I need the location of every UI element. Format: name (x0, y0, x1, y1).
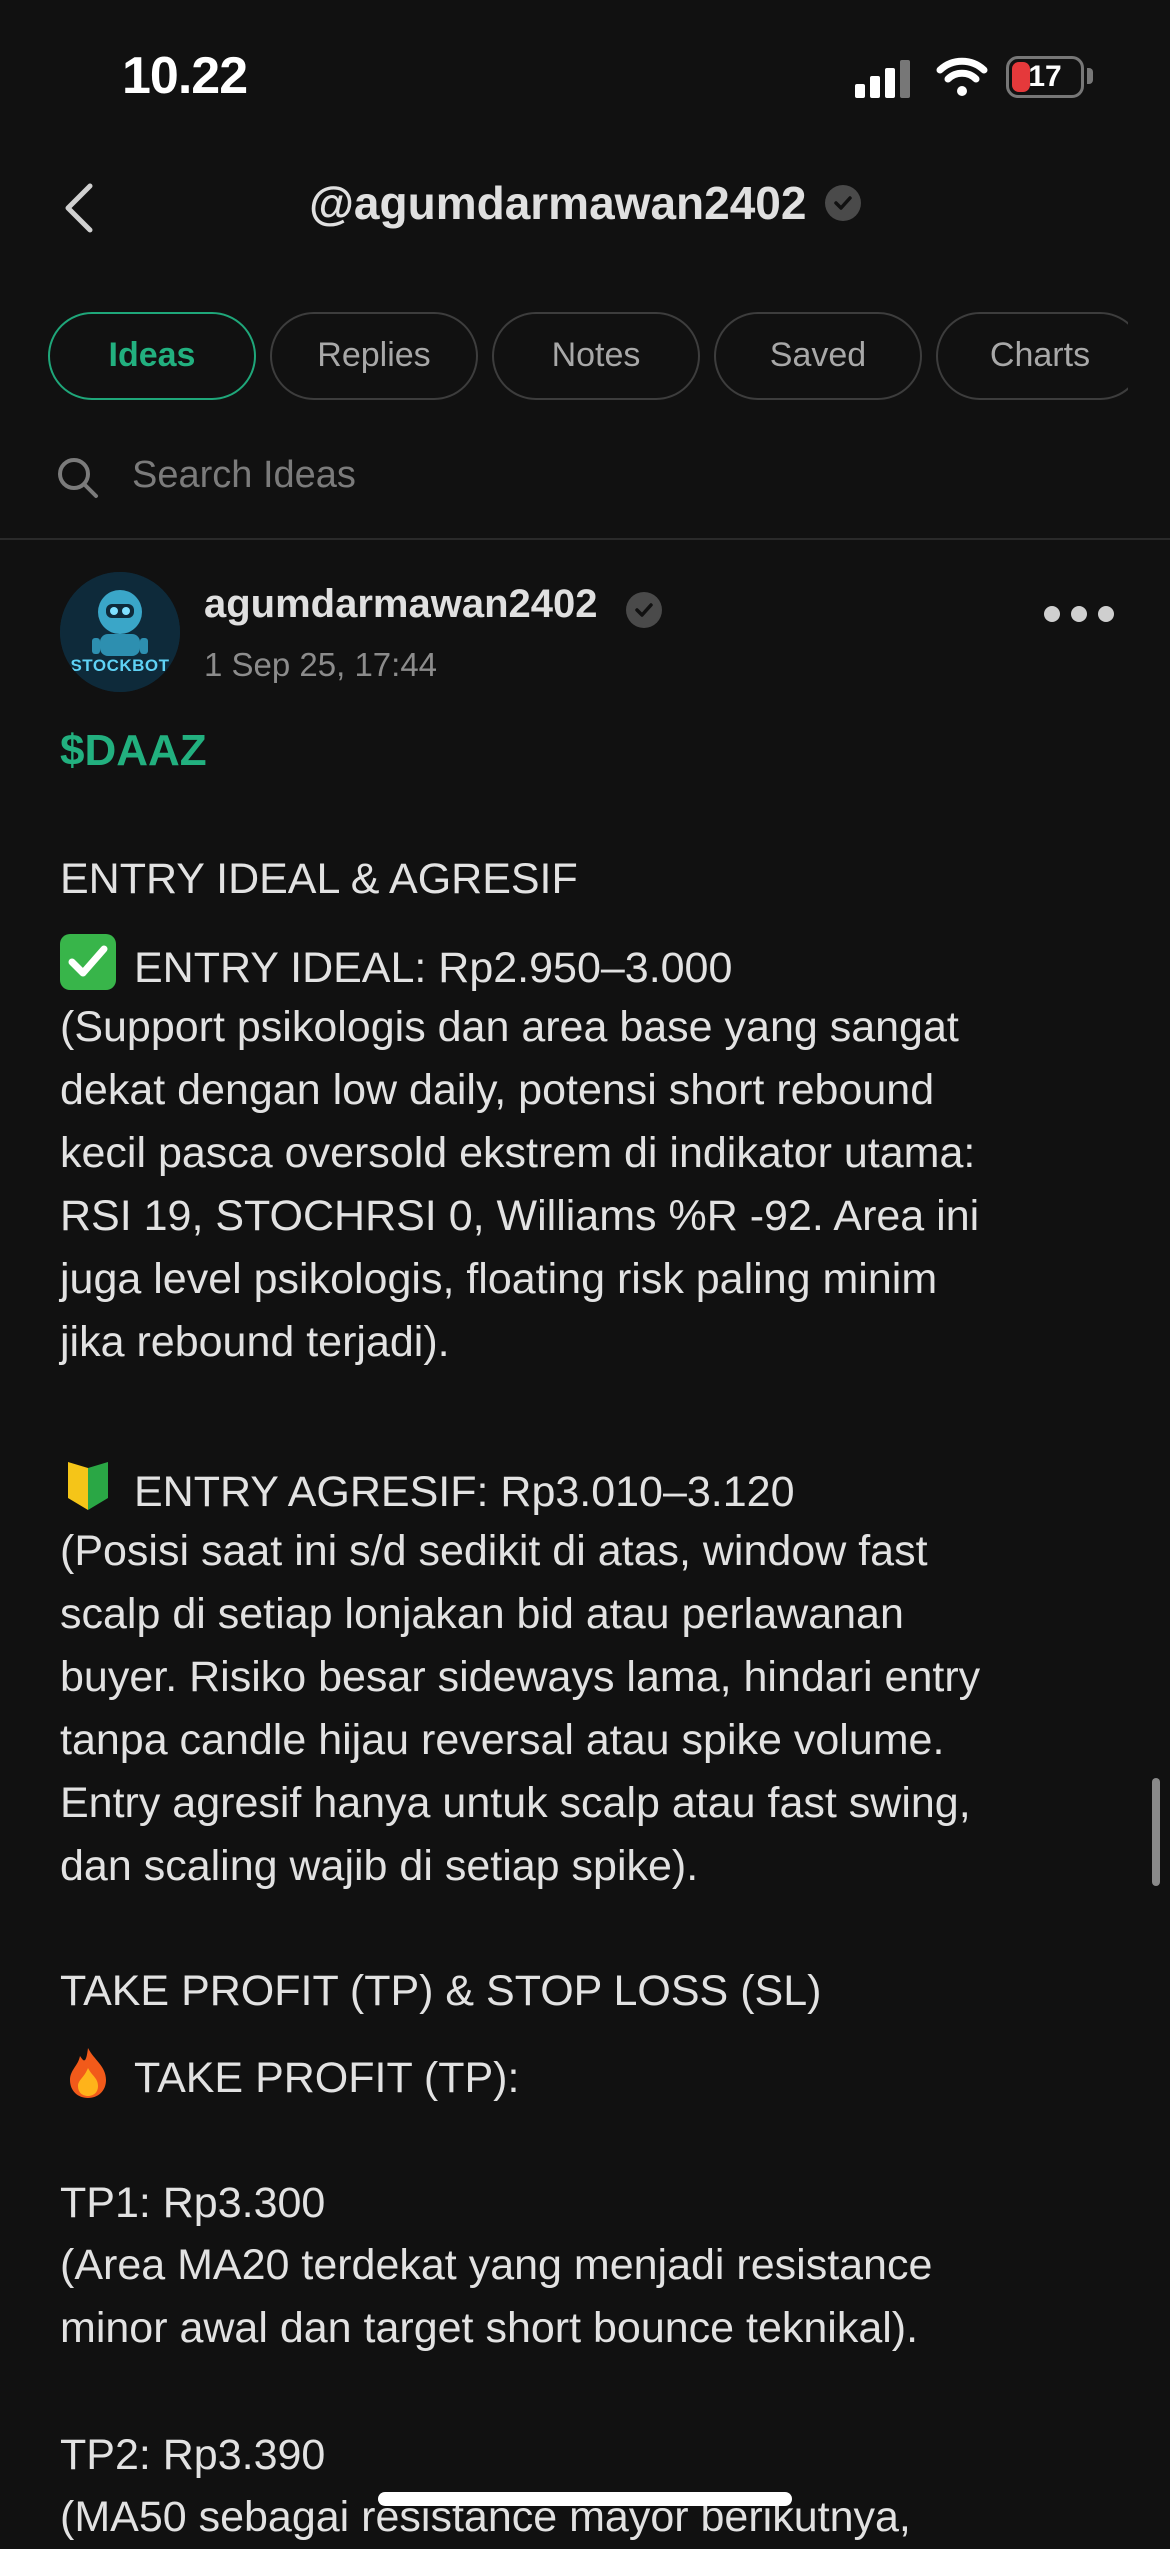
more-options-icon[interactable] (1044, 602, 1114, 626)
tab-notes[interactable]: Notes (492, 312, 700, 400)
entry-agresif-text: (Posisi saat ini s/d sedikit di atas, wi… (60, 1520, 1120, 1898)
section-title-tp-sl: TAKE PROFIT (TP) & STOP LOSS (SL) (60, 1967, 822, 2015)
text-line: (Posisi saat ini s/d sedikit di atas, wi… (60, 1527, 928, 1575)
text-line: (Support psikologis dan area base yang s… (60, 1003, 959, 1051)
tp1-text: (Area MA20 terdekat yang menjadi resista… (60, 2234, 1120, 2360)
page-title: @agumdarmawan2402 (309, 177, 807, 229)
wifi-icon (936, 57, 988, 96)
post-author[interactable]: agumdarmawan2402 (204, 582, 598, 627)
avatar-label: STOCKBOT (70, 656, 170, 675)
entry-ideal-heading: ENTRY IDEAL: Rp2.950–3.000 (60, 934, 1120, 1000)
text-line: tanpa candle hijau reversal atau spike v… (60, 1716, 945, 1764)
text-line: buyer. Risiko besar sideways lama, hinda… (60, 1653, 981, 1701)
tab-charts[interactable]: Charts (936, 312, 1128, 400)
ticker-link[interactable]: $DAAZ (60, 726, 207, 776)
status-bar: 10.22 17 (0, 0, 1170, 140)
profile-tabs: Ideas Replies Notes Saved Charts (48, 312, 1128, 404)
verified-badge-icon (824, 185, 861, 221)
home-indicator[interactable] (378, 2492, 792, 2506)
entry-ideal-text: (Support psikologis dan area base yang s… (60, 996, 1120, 1374)
entry-agresif-heading: ENTRY AGRESIF: Rp3.010–3.120 (60, 1458, 1120, 1524)
entry-ideal-title: ENTRY IDEAL: Rp2.950–3.000 (134, 944, 733, 992)
take-profit-title: TAKE PROFIT (TP): (134, 2054, 520, 2102)
beginner-leaf-icon (60, 1458, 116, 1514)
text-line: jika rebound terjadi). (60, 1318, 450, 1366)
section-title-entry: ENTRY IDEAL & AGRESIF (60, 855, 578, 903)
text-line: scalp di setiap lonjakan bid atau perlaw… (60, 1590, 904, 1638)
divider (0, 538, 1170, 540)
text-line: dan scaling wajib di setiap spike). (60, 1842, 699, 1890)
avatar[interactable]: STOCKBOT (60, 572, 180, 692)
search-bar[interactable]: Search Ideas (56, 448, 1116, 508)
tab-saved[interactable]: Saved (714, 312, 922, 400)
battery-icon: 17 (1006, 56, 1084, 98)
text-line: kecil pasca oversold ekstrem di indikato… (60, 1129, 976, 1177)
nav-bar: @agumdarmawan2402 (0, 160, 1170, 250)
text-line: juga level psikologis, floating risk pal… (60, 1255, 938, 1303)
tab-replies[interactable]: Replies (270, 312, 478, 400)
cellular-signal-icon (855, 58, 915, 98)
entry-agresif-title: ENTRY AGRESIF: Rp3.010–3.120 (134, 1468, 795, 1516)
text-line: Entry agresif hanya untuk scalp atau fas… (60, 1779, 971, 1827)
search-icon (58, 458, 98, 498)
text-line: minor awal dan target short bounce tekni… (60, 2304, 919, 2352)
check-mark-icon (60, 934, 116, 990)
post-header: STOCKBOT agumdarmawan2402 1 Sep 25, 17:4… (60, 572, 1120, 692)
post-date: 1 Sep 25, 17:44 (204, 646, 438, 683)
tab-ideas[interactable]: Ideas (48, 312, 256, 400)
text-line: dekat dengan low daily, potensi short re… (60, 1066, 935, 1114)
text-line: RSI 19, STOCHRSI 0, Williams %R -92. Are… (60, 1192, 980, 1240)
tp1-title: TP1: Rp3.300 (60, 2179, 326, 2227)
scrollbar[interactable] (1152, 1778, 1160, 1886)
fire-icon (60, 2044, 116, 2100)
page-title-wrap: @agumdarmawan2402 (0, 176, 1170, 230)
take-profit-heading: TAKE PROFIT (TP): (60, 2044, 1120, 2110)
status-time: 10.22 (122, 47, 248, 105)
tp2-title: TP2: Rp3.390 (60, 2431, 326, 2479)
verified-badge-icon (626, 592, 662, 628)
text-line: (Area MA20 terdekat yang menjadi resista… (60, 2241, 933, 2289)
battery-tip (1087, 68, 1093, 84)
battery-level: 17 (1028, 60, 1062, 93)
search-input[interactable]: Search Ideas (132, 454, 356, 497)
